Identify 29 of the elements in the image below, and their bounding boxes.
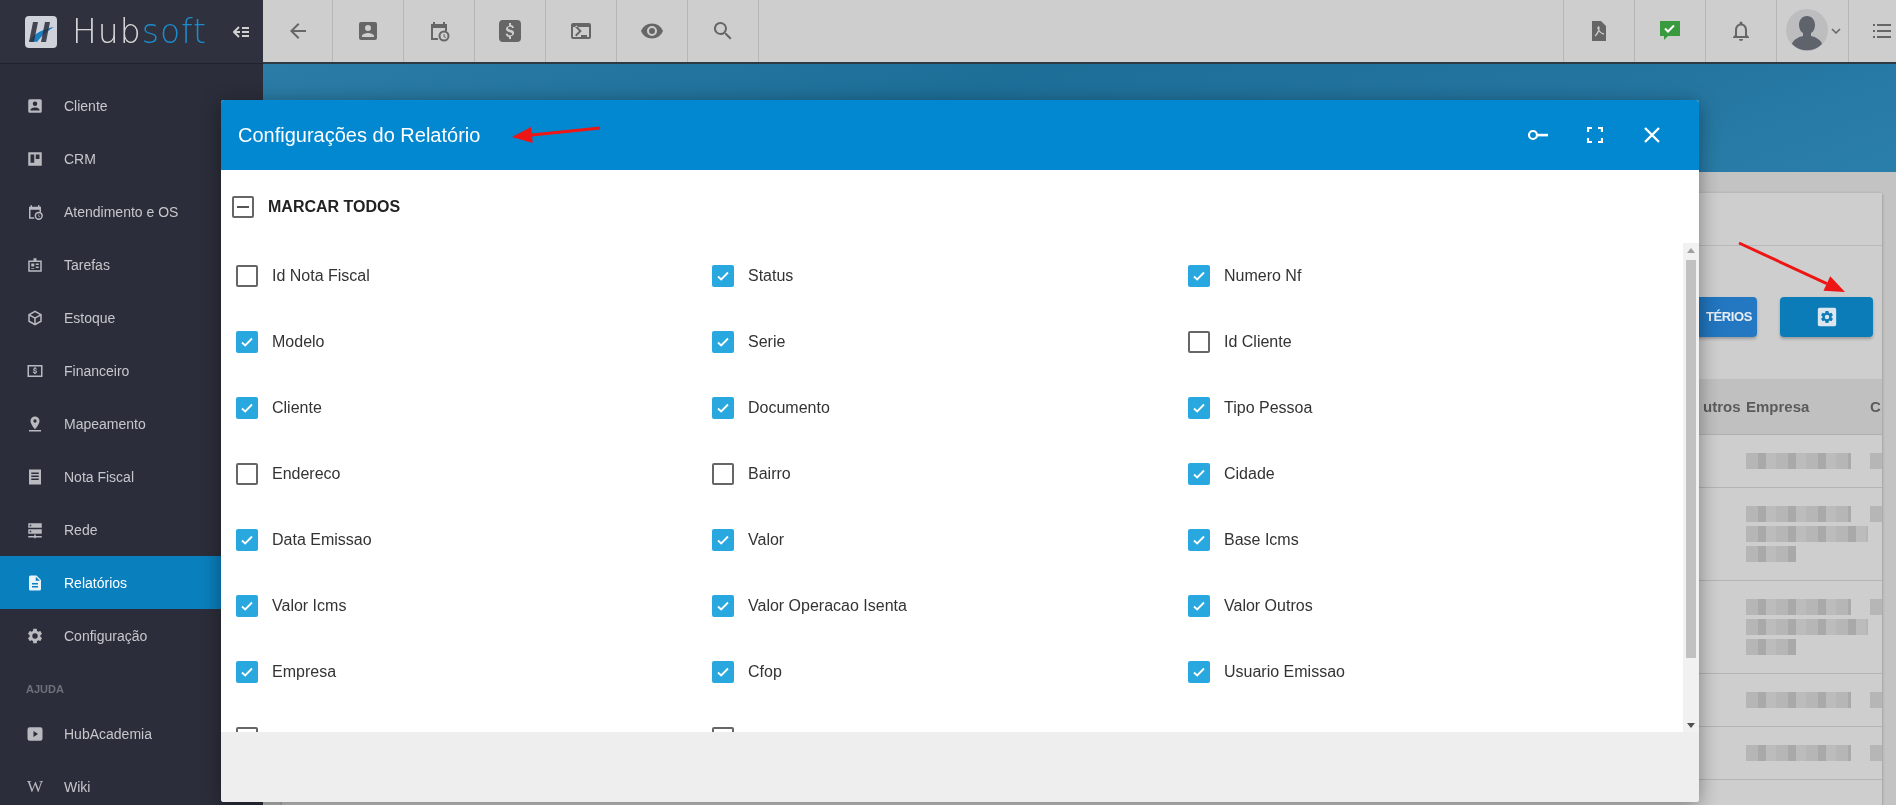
logo-text: Hubsoft: [72, 12, 208, 51]
checkbox-label: Serie: [748, 333, 786, 351]
checkbox-label: Bairro: [748, 465, 791, 483]
checkbox-label: Cliente: [272, 399, 322, 417]
checkbox-label: Modelo: [272, 333, 325, 351]
checkbox-label: Id Nota Fiscal: [272, 267, 370, 285]
checkbox-label: Valor Operacao Isenta: [748, 597, 907, 615]
checkbox-label: Tipo Pessoa: [1224, 399, 1313, 417]
wiki-letter-icon: W: [26, 776, 44, 797]
checkbox-label: Cidade: [1224, 465, 1275, 483]
checkbox-label: Valor Icms: [272, 597, 347, 615]
checkbox-label: MARCAR TODOS: [268, 197, 401, 216]
checkbox-label: Endereco: [272, 465, 341, 483]
column-header: Empresa: [1746, 398, 1811, 415]
checkbox-label: Status: [748, 267, 794, 285]
column-header: C: [1870, 398, 1882, 415]
section-heading: AJUDA: [25, 682, 64, 697]
checkbox-label: Valor Outros: [1224, 597, 1313, 615]
checkbox-label: Empresa: [272, 663, 337, 681]
column-header: utros: [1703, 398, 1742, 415]
checkbox-label: Base Icms: [1224, 531, 1299, 549]
checkbox-label: Valor: [748, 531, 785, 549]
checkbox-label: Documento: [748, 399, 830, 417]
checkbox-label: Id Cliente: [1224, 333, 1292, 351]
checkbox-label: Usuario Emissao: [1224, 663, 1345, 681]
checkbox-label: Numero Nf: [1224, 267, 1302, 285]
checkbox-label: Data Emissao: [272, 531, 372, 549]
dialog-title: Configurações do Relatório: [238, 123, 481, 147]
checkbox-label: Cfop: [748, 663, 782, 681]
